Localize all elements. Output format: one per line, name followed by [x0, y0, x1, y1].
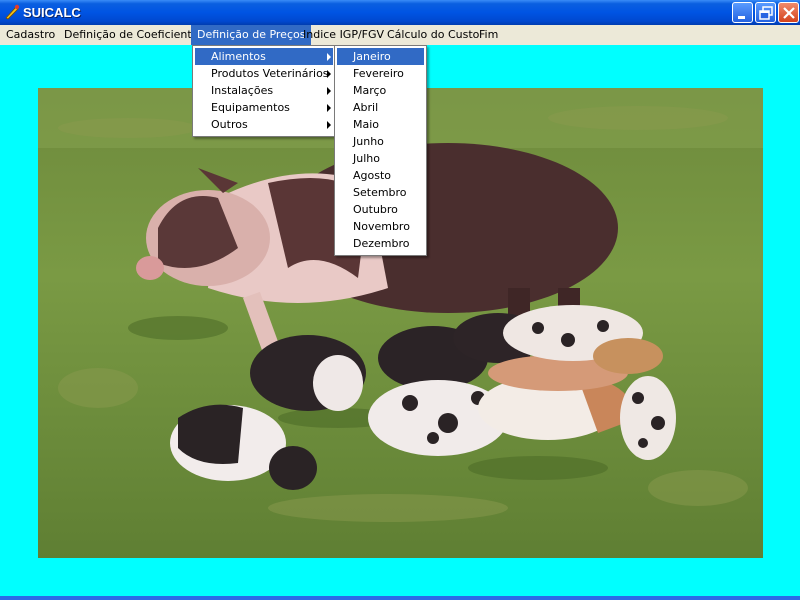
- submenu-item-instalacoes[interactable]: Instalações: [195, 82, 333, 99]
- submenu-item-outros[interactable]: Outros: [195, 116, 333, 133]
- menu-indice-igp-fgv[interactable]: Indice IGP/FGV: [297, 25, 390, 45]
- menu-fim[interactable]: Fim: [473, 25, 504, 45]
- month-janeiro[interactable]: Janeiro: [337, 48, 424, 65]
- submenu-arrow-icon: [327, 87, 331, 95]
- submenu-item-alimentos[interactable]: Alimentos: [195, 48, 333, 65]
- month-julho[interactable]: Julho: [337, 150, 424, 167]
- menu-definicao-coeficientes[interactable]: Definição de Coeficientes: [58, 25, 210, 45]
- suicalc-app-icon: [5, 4, 20, 20]
- submenu-arrow-icon: [327, 70, 331, 78]
- submenu-arrow-icon: [327, 121, 331, 129]
- submenu-item-label: Outros: [211, 118, 248, 131]
- month-novembro[interactable]: Novembro: [337, 218, 424, 235]
- month-junho[interactable]: Junho: [337, 133, 424, 150]
- restore-icon: [759, 6, 773, 20]
- submenu-item-equipamentos[interactable]: Equipamentos: [195, 99, 333, 116]
- submenu-item-produtos-veterinarios[interactable]: Produtos Veterinários: [195, 65, 333, 82]
- close-button[interactable]: [778, 2, 799, 23]
- window-title: SUICALC: [23, 5, 81, 20]
- submenu-arrow-icon: [327, 53, 331, 61]
- submenu-item-label: Equipamentos: [211, 101, 290, 114]
- month-marco[interactable]: Março: [337, 82, 424, 99]
- months-submenu: Janeiro Fevereiro Março Abril Maio Junho…: [334, 45, 427, 256]
- precos-submenu: Alimentos Produtos Veterinários Instalaç…: [192, 45, 336, 137]
- month-abril[interactable]: Abril: [337, 99, 424, 116]
- title-bar[interactable]: SUICALC: [0, 0, 800, 25]
- menu-bar: Cadastro Definição de Coeficientes Defin…: [0, 25, 800, 45]
- menu-calculo-custo[interactable]: Cálculo do Custo: [381, 25, 485, 45]
- menu-definicao-precos[interactable]: Definição de Preços: [191, 25, 312, 45]
- submenu-item-label: Alimentos: [211, 50, 266, 63]
- month-setembro[interactable]: Setembro: [337, 184, 424, 201]
- submenu-item-label: Instalações: [211, 84, 274, 97]
- month-fevereiro[interactable]: Fevereiro: [337, 65, 424, 82]
- menu-cadastro[interactable]: Cadastro: [0, 25, 61, 45]
- minimize-button[interactable]: [732, 2, 753, 23]
- month-outubro[interactable]: Outubro: [337, 201, 424, 218]
- submenu-item-label: Produtos Veterinários: [211, 67, 329, 80]
- minimize-icon: [738, 16, 745, 19]
- restore-button[interactable]: [755, 2, 776, 23]
- window-bottom-border: [0, 596, 800, 600]
- submenu-arrow-icon: [327, 104, 331, 112]
- close-icon: [783, 7, 795, 19]
- month-maio[interactable]: Maio: [337, 116, 424, 133]
- month-dezembro[interactable]: Dezembro: [337, 235, 424, 252]
- month-agosto[interactable]: Agosto: [337, 167, 424, 184]
